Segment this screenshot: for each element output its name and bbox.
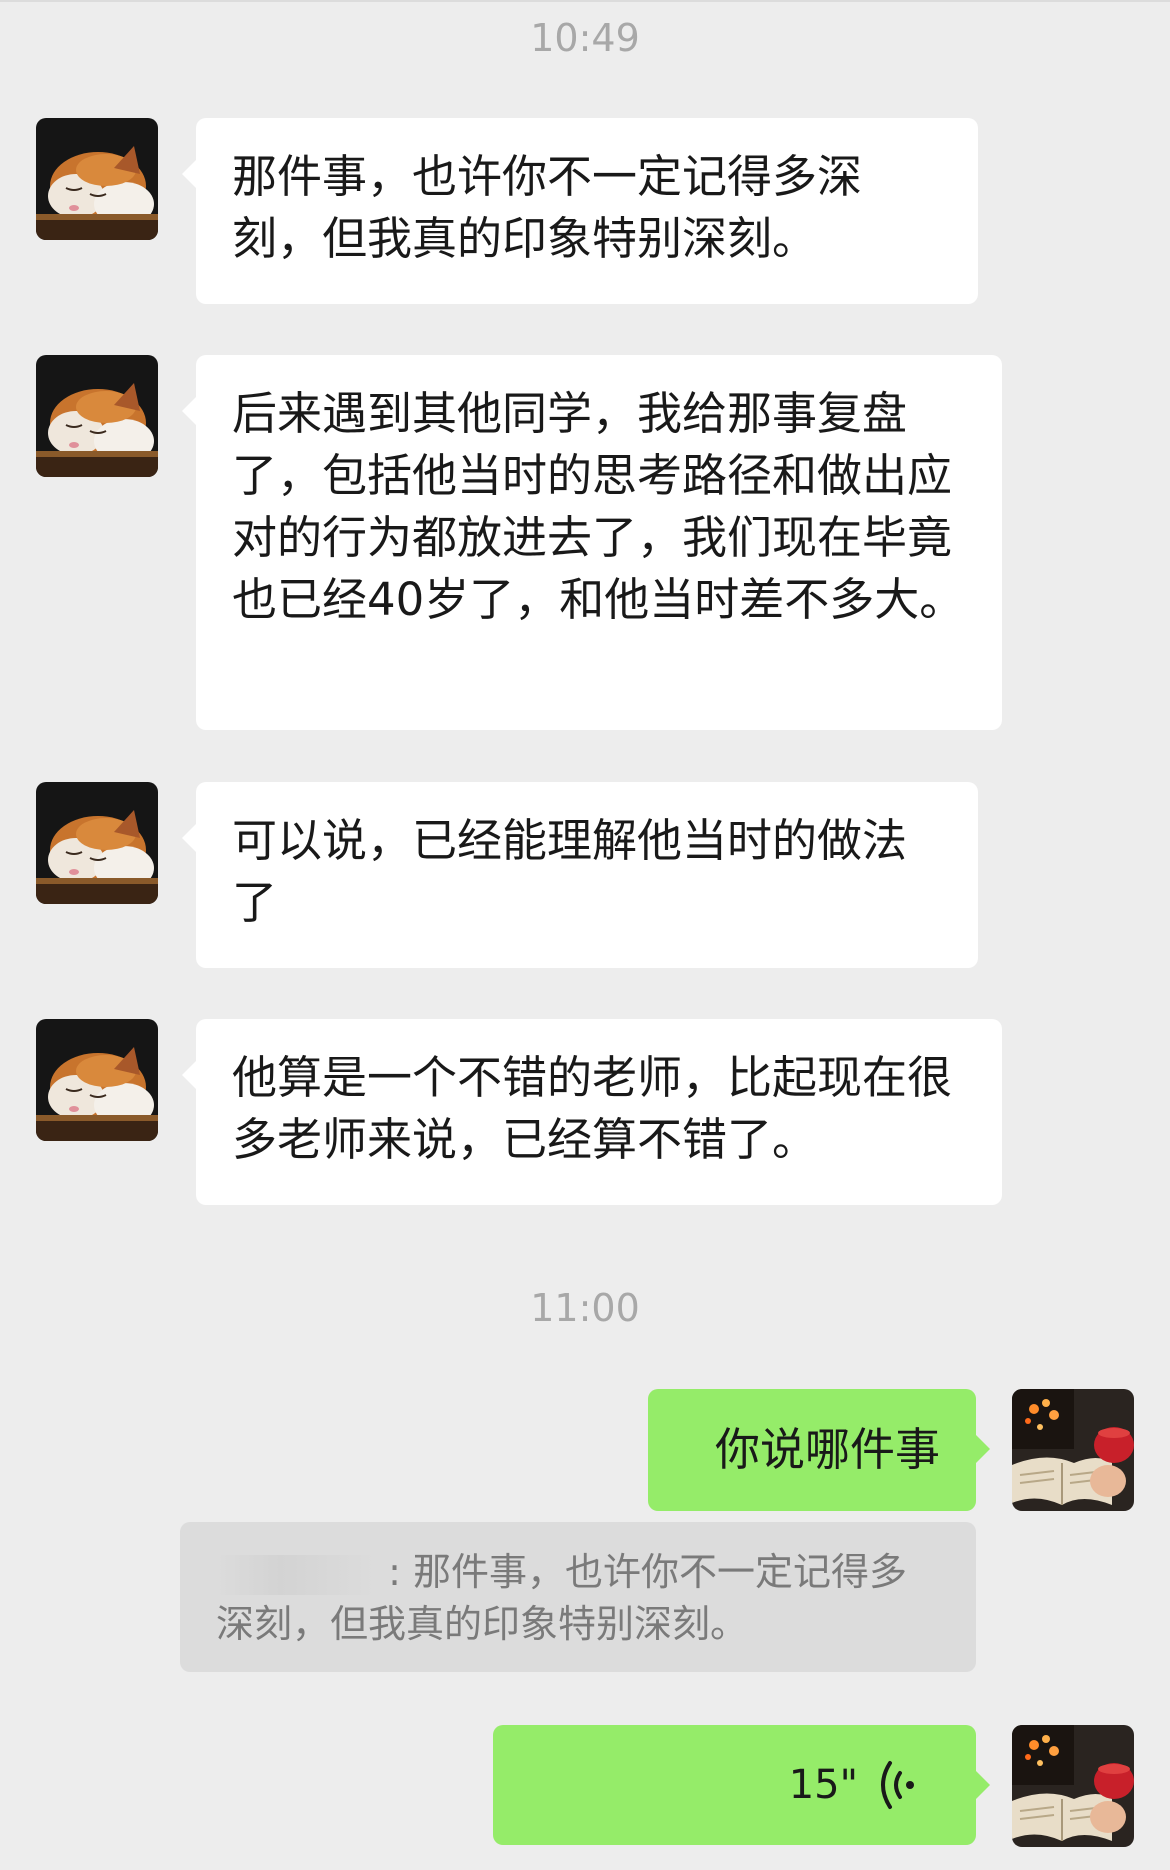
message-text: 后来遇到其他同学，我给那事复盘了，包括他当时的思考路径和做出应对的行为都放进去了… bbox=[232, 387, 965, 626]
incoming-message[interactable]: 他算是一个不错的老师，比起现在很多老师来说，已经算不错了。 bbox=[182, 1019, 1002, 1205]
sleeping-cat-avatar-icon[interactable] bbox=[36, 1019, 158, 1141]
sleeping-cat-avatar-icon[interactable] bbox=[36, 355, 158, 477]
message-text: 可以说，已经能理解他当时的做法了 bbox=[232, 814, 908, 929]
message-text: 那件事，也许你不一定记得多深刻，但我真的印象特别深刻。 bbox=[232, 150, 863, 265]
incoming-message[interactable]: 那件事，也许你不一定记得多深刻，但我真的印象特别深刻。 bbox=[182, 118, 978, 304]
outgoing-message[interactable]: 你说哪件事 bbox=[648, 1389, 990, 1511]
book-and-mug-avatar-icon[interactable] bbox=[1012, 1725, 1134, 1847]
incoming-message[interactable]: 后来遇到其他同学，我给那事复盘了，包括他当时的思考路径和做出应对的行为都放进去了… bbox=[182, 355, 1002, 730]
quote-sender-redacted bbox=[216, 1554, 376, 1595]
voice-message[interactable]: 15" bbox=[493, 1725, 990, 1845]
voice-duration: 15" bbox=[788, 1762, 858, 1808]
quote-separator: : bbox=[388, 1550, 401, 1594]
sleeping-cat-avatar-icon[interactable] bbox=[36, 118, 158, 240]
incoming-message[interactable]: 可以说，已经能理解他当时的做法了 bbox=[182, 782, 978, 968]
message-text: 你说哪件事 bbox=[714, 1423, 940, 1476]
top-divider bbox=[0, 0, 1170, 2]
voice-wave-icon bbox=[881, 1761, 914, 1809]
timestamp: 11:00 bbox=[530, 1286, 640, 1330]
sleeping-cat-avatar-icon[interactable] bbox=[36, 782, 158, 904]
timestamp: 10:49 bbox=[530, 16, 640, 60]
quoted-message[interactable]: : 那件事，也许你不一定记得多深刻，但我真的印象特别深刻。 bbox=[180, 1522, 976, 1672]
message-text: 他算是一个不错的老师，比起现在很多老师来说，已经算不错了。 bbox=[232, 1051, 953, 1166]
book-and-mug-avatar-icon[interactable] bbox=[1012, 1389, 1134, 1511]
